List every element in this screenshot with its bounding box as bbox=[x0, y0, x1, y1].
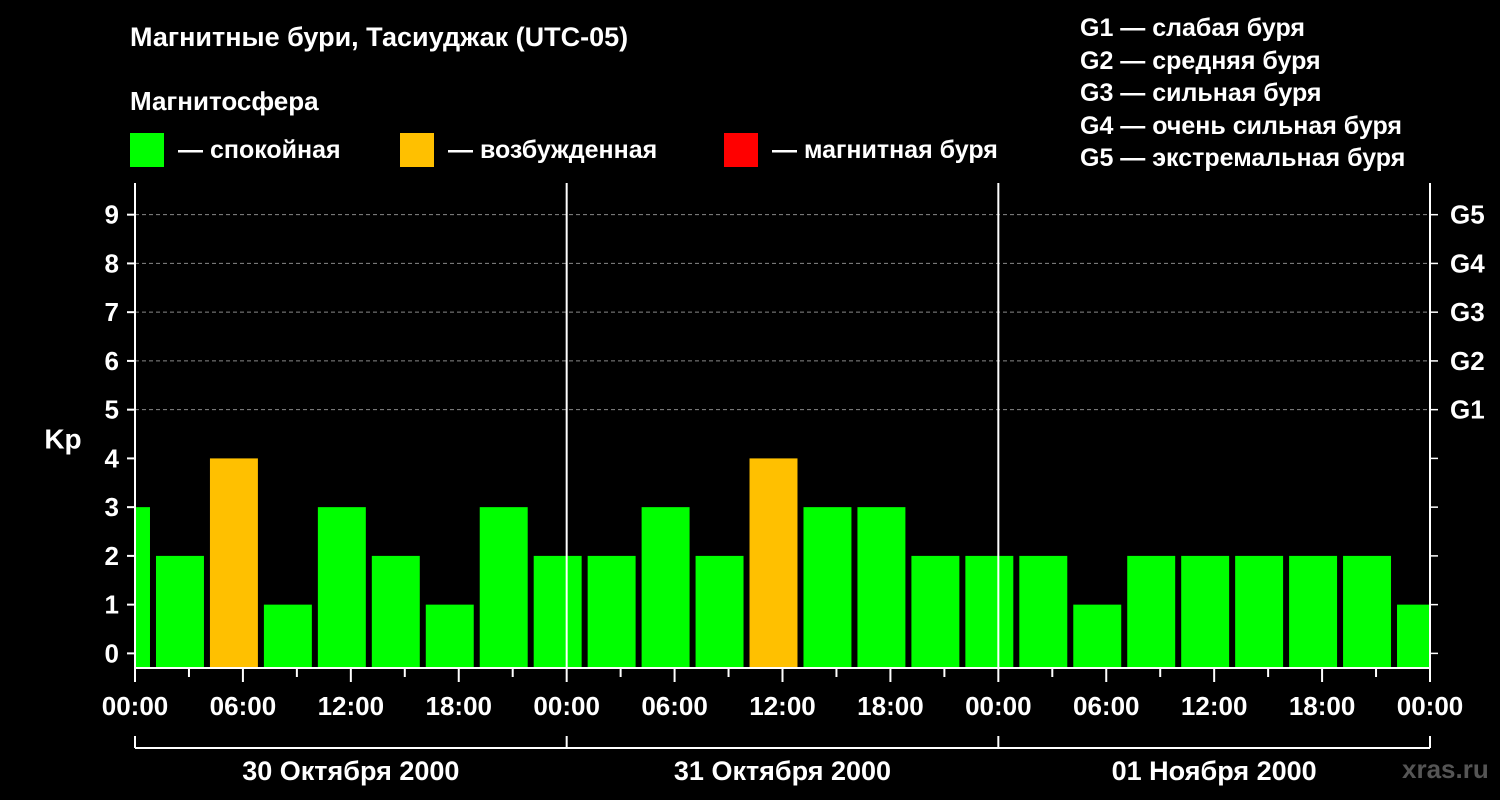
kp-bar bbox=[209, 458, 258, 668]
kp-bar bbox=[803, 507, 852, 668]
x-tick-label: 12:00 bbox=[1181, 691, 1248, 721]
kp-bar bbox=[533, 555, 582, 668]
kp-bar bbox=[155, 555, 204, 668]
x-tick-label: 18:00 bbox=[857, 691, 924, 721]
kp-bar bbox=[425, 604, 474, 668]
y-axis-label: Kp bbox=[44, 423, 81, 454]
x-tick-label: 18:00 bbox=[1289, 691, 1356, 721]
kp-bar bbox=[1127, 555, 1176, 668]
g-level-label: G1 bbox=[1450, 395, 1485, 425]
kp-bar bbox=[641, 507, 690, 668]
kp-bar bbox=[587, 555, 636, 668]
y-tick-label: 5 bbox=[105, 395, 119, 425]
x-tick-label: 12:00 bbox=[318, 691, 385, 721]
kp-bar bbox=[479, 507, 528, 668]
day-label: 01 Ноября 2000 bbox=[1112, 756, 1317, 786]
y-tick-label: 2 bbox=[105, 541, 119, 571]
x-tick-label: 12:00 bbox=[749, 691, 816, 721]
day-label: 31 Октября 2000 bbox=[674, 756, 891, 786]
g-level-label: G3 bbox=[1450, 297, 1485, 327]
day-label: 30 Октября 2000 bbox=[242, 756, 459, 786]
kp-bar bbox=[1235, 555, 1284, 668]
watermark: xras.ru bbox=[1402, 754, 1489, 784]
kp-bar bbox=[317, 507, 366, 668]
kp-bar bbox=[749, 458, 798, 668]
x-tick-label: 06:00 bbox=[210, 691, 277, 721]
y-tick-label: 3 bbox=[105, 492, 119, 522]
y-tick-label: 4 bbox=[105, 443, 120, 473]
y-tick-label: 8 bbox=[105, 248, 119, 278]
x-tick-label: 00:00 bbox=[533, 691, 600, 721]
y-tick-label: 1 bbox=[105, 590, 119, 620]
kp-bar bbox=[135, 507, 150, 668]
x-tick-label: 06:00 bbox=[1073, 691, 1140, 721]
kp-bar bbox=[371, 555, 420, 668]
kp-bar bbox=[1019, 555, 1068, 668]
g-level-label: G5 bbox=[1450, 200, 1485, 230]
x-tick-label: 18:00 bbox=[426, 691, 493, 721]
kp-bar bbox=[695, 555, 744, 668]
x-tick-label: 00:00 bbox=[1397, 691, 1464, 721]
y-tick-label: 6 bbox=[105, 346, 119, 376]
kp-bar bbox=[857, 507, 906, 668]
kp-bar bbox=[1289, 555, 1338, 668]
x-tick-label: 00:00 bbox=[102, 691, 169, 721]
kp-bar bbox=[911, 555, 960, 668]
kp-bar bbox=[1343, 555, 1392, 668]
x-tick-label: 06:00 bbox=[641, 691, 708, 721]
kp-bar bbox=[1181, 555, 1230, 668]
kp-bar bbox=[1073, 604, 1122, 668]
kp-bar-chart: 0 1 2 3 4 5 6 7 8 9 G1 G2 G3 G4 G5 Kp 00:00 06:00 12:00 18:… bbox=[44, 183, 1485, 786]
kp-bar bbox=[1397, 604, 1430, 668]
g-level-label: G2 bbox=[1450, 346, 1485, 376]
kp-bar bbox=[965, 555, 1014, 668]
y-tick-label: 0 bbox=[105, 638, 119, 668]
x-tick-label: 00:00 bbox=[965, 691, 1032, 721]
g-level-label: G4 bbox=[1450, 248, 1485, 278]
y-tick-label: 7 bbox=[105, 297, 119, 327]
y-tick-label: 9 bbox=[105, 200, 119, 230]
kp-bar bbox=[263, 604, 312, 668]
